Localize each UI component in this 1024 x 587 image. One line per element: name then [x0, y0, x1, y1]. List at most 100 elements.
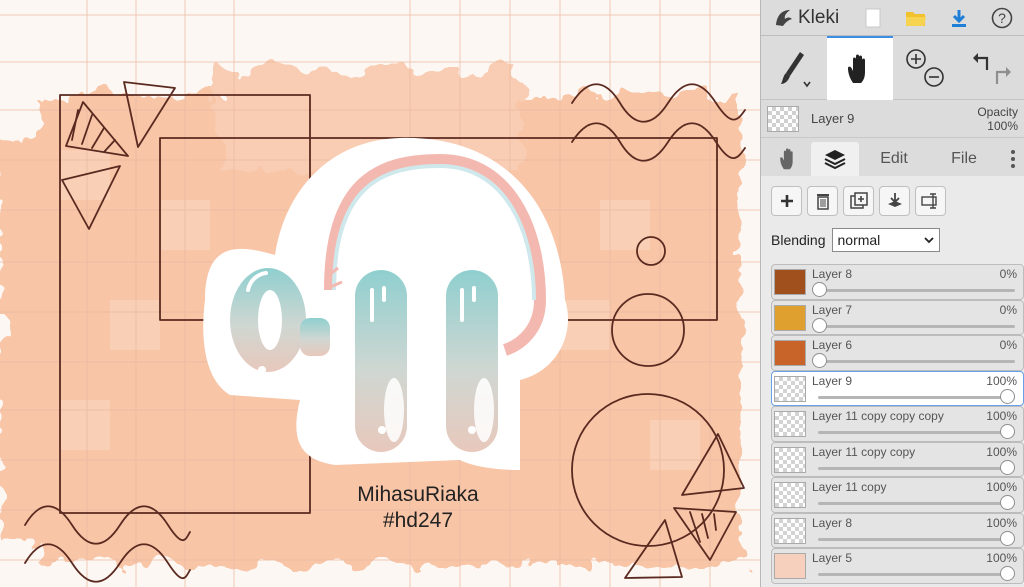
duplicate-layer-button[interactable]	[843, 186, 874, 216]
add-layer-button[interactable]	[771, 186, 802, 216]
menu-dots-icon	[1011, 150, 1015, 168]
merge-down-button[interactable]	[879, 186, 910, 216]
top-bar: Kleki ?	[761, 0, 1024, 36]
layer-opacity-slider[interactable]	[818, 289, 1015, 292]
download-button[interactable]	[937, 0, 980, 36]
blending-value: normal	[837, 232, 881, 248]
hand-icon	[847, 54, 865, 83]
layer-thumbnail	[774, 517, 806, 544]
layer-thumbnail	[774, 446, 806, 473]
layer-opacity-slider[interactable]	[818, 466, 1015, 470]
layer-name: Layer 6	[812, 338, 853, 352]
layer-thumbnail	[774, 269, 806, 295]
layer-opacity-slider[interactable]	[818, 395, 1015, 399]
add-layer-icon	[780, 195, 793, 207]
delete-layer-button[interactable]	[807, 186, 838, 216]
side-panel: Kleki ? Layer 9 Opacity 100% Edit File B…	[760, 0, 1024, 587]
layer-row[interactable]: Layer 11 copy copy copy 100%	[771, 406, 1024, 442]
zoom-controls	[893, 36, 959, 100]
help-icon: ?	[991, 7, 1012, 28]
layer-thumbnail	[774, 340, 806, 366]
hand-tool-button[interactable]	[826, 36, 893, 100]
opacity-value: 100%	[987, 118, 1018, 133]
layer-row[interactable]: Layer 8 100%	[771, 512, 1024, 548]
open-folder-icon	[905, 11, 926, 26]
blending-select[interactable]: normal	[831, 228, 940, 252]
tab-file[interactable]: File	[929, 142, 999, 176]
layer-opacity: 100%	[986, 444, 1017, 459]
duplicate-layer-icon	[849, 192, 868, 209]
tool-bar	[761, 36, 1024, 100]
redo-icon	[996, 67, 1012, 84]
open-file-button[interactable]	[894, 0, 937, 36]
layer-thumbnail	[774, 482, 806, 508]
layer-row[interactable]: Layer 5 100%	[771, 548, 1024, 584]
new-file-icon	[865, 8, 880, 27]
layer-opacity-handle[interactable]	[1000, 424, 1015, 439]
blending-label: Blending	[771, 232, 826, 248]
rename-layer-icon	[920, 193, 937, 209]
layer-opacity-handle[interactable]	[812, 282, 827, 297]
layer-opacity-slider[interactable]	[818, 431, 1015, 434]
layer-opacity-slider[interactable]	[818, 502, 1015, 505]
undo-redo-icons	[973, 53, 1012, 84]
layer-opacity: 100%	[986, 515, 1017, 530]
layer-actions	[761, 176, 1024, 222]
layer-opacity: 0%	[999, 267, 1017, 281]
tab-edit[interactable]: Edit	[859, 142, 929, 176]
current-layer-name: Layer 9	[811, 111, 855, 126]
layer-opacity-handle[interactable]	[1000, 459, 1015, 475]
layer-opacity-handle[interactable]	[1000, 495, 1015, 510]
tab-layers[interactable]	[811, 142, 859, 176]
current-layer-opacity: Opacity 100%	[977, 105, 1018, 133]
layer-opacity-slider[interactable]	[818, 360, 1015, 363]
layer-opacity-slider[interactable]	[818, 324, 1015, 328]
layer-opacity-handle[interactable]	[1000, 566, 1015, 581]
layers-panel: Blending normal Layer 8 0% Layer 7 0% Layer …	[761, 176, 1024, 587]
download-icon	[951, 9, 966, 27]
layer-name: Layer 8	[812, 267, 853, 281]
layer-row[interactable]: Layer 9 100%	[771, 370, 1024, 406]
opacity-label: Opacity	[977, 104, 1018, 119]
layer-row[interactable]: Layer 8 0%	[771, 264, 1024, 300]
layer-opacity-slider[interactable]	[818, 573, 1015, 576]
layer-opacity: 100%	[986, 409, 1017, 423]
layer-name: Layer 11 copy copy	[812, 444, 916, 459]
new-file-button[interactable]	[851, 0, 894, 36]
layer-opacity: 100%	[986, 551, 1017, 565]
tab-hand[interactable]	[767, 142, 811, 176]
help-button[interactable]: ?	[980, 0, 1023, 36]
layer-opacity-handle[interactable]	[1000, 530, 1015, 546]
layer-thumbnail	[774, 553, 806, 579]
layer-row[interactable]: Layer 11 copy copy 100%	[771, 441, 1024, 477]
panel-tabs: Edit File	[761, 138, 1024, 176]
rename-layer-button[interactable]	[915, 186, 946, 216]
delete-layer-icon	[816, 194, 829, 210]
layer-name: Layer 8	[812, 515, 853, 530]
layer-opacity: 100%	[986, 373, 1017, 388]
app-logo[interactable]: Kleki	[761, 7, 851, 29]
artist-signature: MihasuRiaka #hd247	[318, 482, 518, 534]
layer-opacity-handle[interactable]	[812, 353, 827, 368]
blending-row: Blending normal	[761, 222, 1024, 258]
zoom-out-icon	[924, 67, 945, 87]
more-menu-button[interactable]	[1002, 142, 1024, 176]
layer-opacity: 0%	[999, 302, 1017, 317]
undo-icon	[973, 53, 989, 70]
svg-text:?: ?	[998, 10, 1006, 26]
layer-opacity-slider[interactable]	[818, 537, 1015, 541]
layers-icon	[824, 150, 846, 170]
brush-tool-button[interactable]	[761, 36, 827, 100]
app-name: Kleki	[798, 6, 840, 28]
layer-opacity-handle[interactable]	[1000, 388, 1015, 404]
merge-down-icon	[887, 193, 902, 207]
layer-row[interactable]: Layer 6 0%	[771, 335, 1024, 371]
layer-name: Layer 9	[812, 373, 853, 388]
layer-opacity-handle[interactable]	[812, 317, 827, 333]
signature-tag: #hd247	[382, 509, 454, 532]
layer-row[interactable]: Layer 7 0%	[771, 299, 1024, 335]
drawing-canvas[interactable]: MihasuRiaka #hd247	[0, 0, 760, 587]
current-layer-bar: Layer 9 Opacity 100%	[761, 100, 1024, 138]
layer-opacity: 0%	[999, 338, 1017, 352]
layer-row[interactable]: Layer 11 copy 100%	[771, 477, 1024, 513]
